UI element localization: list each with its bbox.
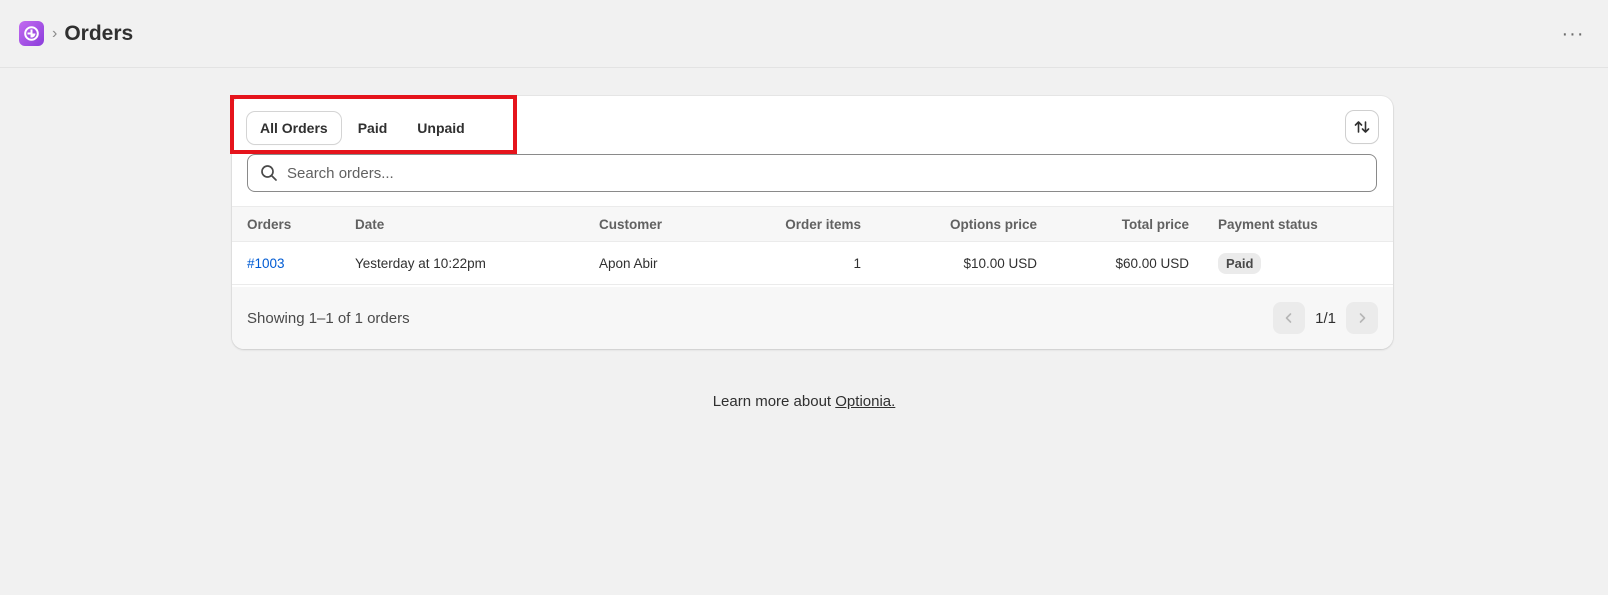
payment-status-badge: Paid	[1218, 252, 1262, 274]
optionia-link[interactable]: Optionia.	[835, 393, 895, 410]
column-header-order-items[interactable]: Order items	[734, 207, 861, 242]
table-row[interactable]: #1003 Yesterday at 10:22pm Apon Abir 1 $…	[232, 242, 1393, 285]
search-input[interactable]	[287, 164, 1337, 182]
page-title: Orders	[64, 21, 134, 45]
chevron-left-icon	[1285, 313, 1292, 323]
order-number-link[interactable]: #1003	[247, 256, 285, 271]
orders-card: All Orders Paid Unpaid Orders Date Custo…	[232, 96, 1393, 349]
chevron-right-icon	[1359, 313, 1366, 323]
tab-all-orders[interactable]: All Orders	[247, 112, 341, 144]
table-header-row: Orders Date Customer Order items Options…	[232, 206, 1393, 242]
column-header-payment-status[interactable]: Payment status	[1189, 207, 1393, 242]
column-header-customer[interactable]: Customer	[584, 207, 734, 242]
learn-more-text: Learn more about Optionia.	[0, 393, 1608, 410]
page-indicator: 1/1	[1315, 309, 1336, 327]
sort-button[interactable]	[1346, 111, 1378, 143]
column-header-date[interactable]: Date	[340, 207, 584, 242]
search-icon	[261, 165, 277, 181]
top-bar: › Orders ···	[0, 0, 1608, 68]
learn-more-label: Learn more about	[712, 393, 836, 410]
column-header-total-price[interactable]: Total price	[1037, 207, 1189, 242]
tab-unpaid[interactable]: Unpaid	[404, 112, 477, 144]
order-options-price: $10.00 USD	[963, 255, 1037, 271]
tab-paid[interactable]: Paid	[345, 112, 401, 144]
next-page-button[interactable]	[1346, 302, 1378, 334]
pagination: 1/1	[1273, 302, 1378, 334]
search-box	[247, 154, 1377, 192]
app-logo-icon[interactable]	[19, 21, 44, 46]
order-total-price: $60.00 USD	[1115, 255, 1189, 271]
order-date: Yesterday at 10:22pm	[355, 255, 486, 271]
table-footer: Showing 1–1 of 1 orders 1/1	[232, 287, 1393, 349]
breadcrumb-separator: ›	[52, 24, 58, 42]
order-customer: Apon Abir	[599, 255, 658, 271]
column-header-options-price[interactable]: Options price	[861, 207, 1037, 242]
column-header-orders[interactable]: Orders	[232, 207, 340, 242]
previous-page-button[interactable]	[1273, 302, 1306, 334]
orders-table: Orders Date Customer Order items Options…	[232, 206, 1393, 285]
showing-count: Showing 1–1 of 1 orders	[247, 309, 410, 327]
order-items-count: 1	[853, 255, 861, 271]
sort-icon	[1354, 121, 1370, 133]
more-icon: ···	[1561, 22, 1585, 45]
more-actions-button[interactable]: ···	[1560, 23, 1586, 45]
order-tabs: All Orders Paid Unpaid	[247, 112, 478, 144]
